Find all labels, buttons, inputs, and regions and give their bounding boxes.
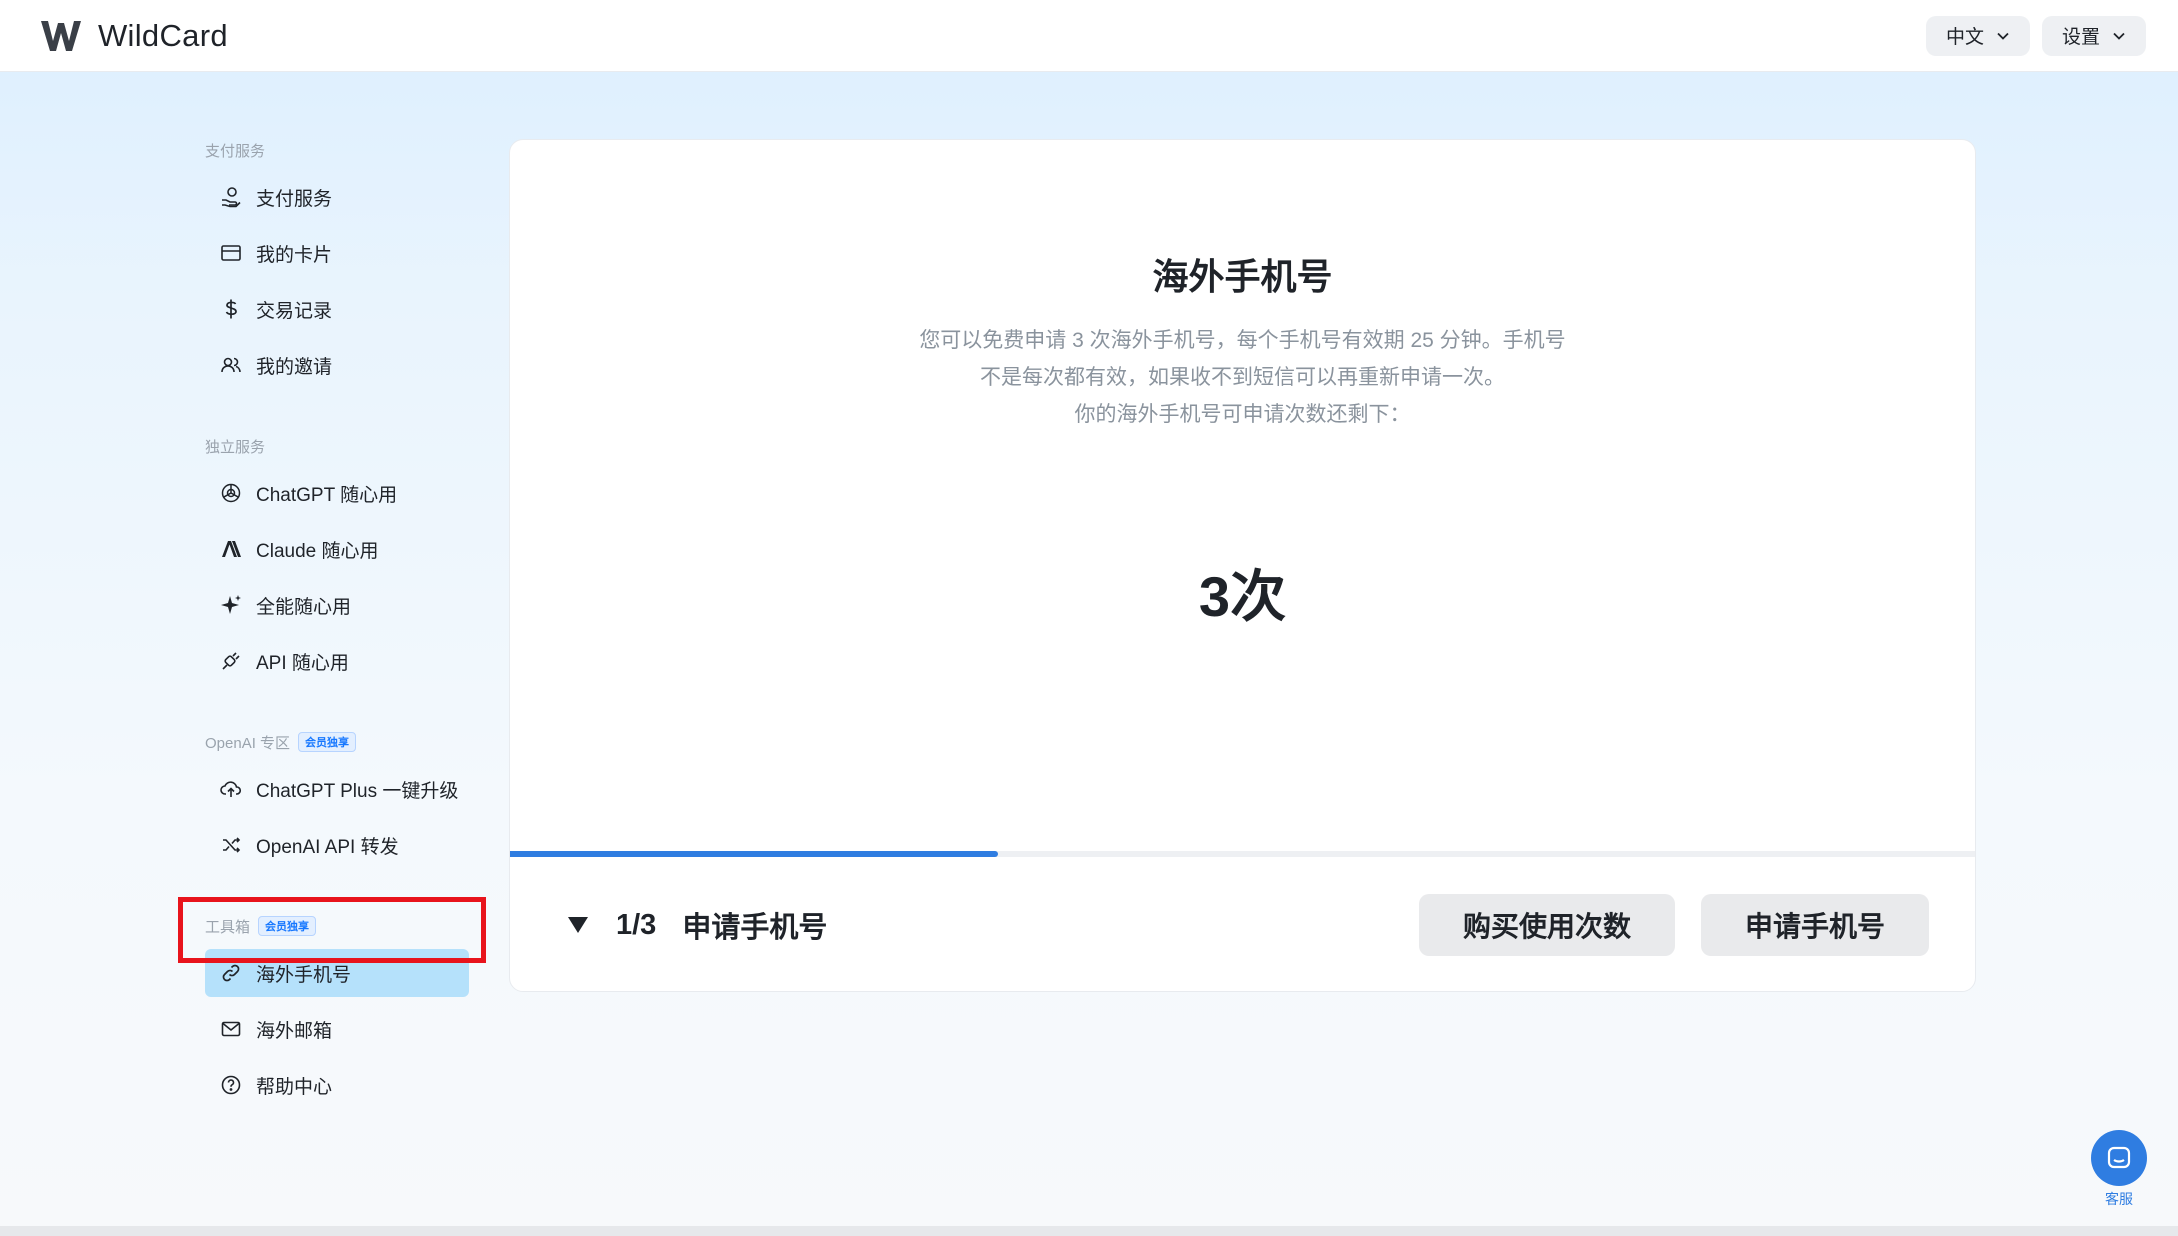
sidebar-item-my-cards[interactable]: 我的卡片: [205, 229, 485, 277]
card-footer: 1/3 申请手机号 购买使用次数 申请手机号: [510, 857, 1975, 991]
sidebar-item-payment-service[interactable]: 支付服务: [205, 173, 485, 221]
sidebar-item-label: 海外手机号: [256, 964, 352, 986]
group-label-text: OpenAI 专区: [205, 734, 291, 752]
shuffle-icon: [223, 837, 241, 853]
group-label-toolbox: 工具箱 会员独享: [205, 911, 485, 941]
brand-name: WildCard: [98, 17, 228, 53]
settings-dropdown[interactable]: 设置: [2041, 15, 2146, 56]
brand[interactable]: WildCard: [40, 18, 228, 54]
money-hand-icon: [222, 187, 241, 208]
sidebar-item-all-in-one[interactable]: 全能随心用: [205, 581, 485, 629]
plug-icon: [222, 652, 240, 670]
step-indicator[interactable]: 1/3 申请手机号: [566, 904, 827, 946]
help-circle-icon: [221, 1075, 241, 1095]
desc-line: 您可以免费申请 3 次海外手机号，每个手机号有效期 25 分钟。手机号: [919, 329, 1566, 352]
group-label-text: 独立服务: [205, 438, 266, 456]
sidebar-item-transactions[interactable]: 交易记录: [205, 285, 485, 333]
sidebar-item-label: 海外邮箱: [256, 1020, 333, 1042]
desc-line: 你的海外手机号可申请次数还剩下：: [1074, 403, 1411, 426]
language-dropdown[interactable]: 中文: [1925, 15, 2030, 56]
openai-icon: [221, 483, 241, 503]
step-counter: 1/3: [616, 908, 657, 941]
support-chat-button[interactable]: [2091, 1130, 2147, 1186]
page-title: 海外手机号: [1152, 256, 1333, 297]
sidebar-item-label: OpenAI API 转发: [256, 836, 399, 858]
sidebar-item-label: API 随心用: [256, 652, 349, 674]
sidebar-item-label: 交易记录: [256, 300, 333, 322]
phone-card: 海外手机号 您可以免费申请 3 次海外手机号，每个手机号有效期 25 分钟。手机…: [509, 139, 1976, 992]
dollar-icon: [225, 299, 237, 319]
chat-icon: [2107, 1146, 2131, 1169]
anthropic-icon: [222, 541, 241, 557]
sidebar-item-api[interactable]: API 随心用: [205, 637, 485, 685]
users-icon: [221, 357, 241, 373]
desc-line: 不是每次都有效，如果收不到短信可以再重新申请一次。: [980, 366, 1505, 389]
remaining-count: 3次: [1198, 565, 1287, 628]
bottom-strip: [0, 1226, 2178, 1236]
sparkle-icon: [221, 595, 241, 614]
language-label: 中文: [1945, 27, 1984, 48]
sidebar-item-help-center[interactable]: 帮助中心: [205, 1061, 485, 1109]
step-label: 申请手机号: [682, 912, 828, 944]
sidebar-item-label: ChatGPT 随心用: [256, 484, 398, 506]
member-badge: 会员独享: [298, 732, 357, 752]
apply-phone-button[interactable]: 申请手机号: [1700, 894, 1929, 956]
sidebar-item-label: Claude 随心用: [256, 540, 379, 562]
wildcard-logo-icon: [41, 20, 81, 51]
group-label-openai: OpenAI 专区 会员独享: [205, 727, 485, 757]
top-header: WildCard 中文 设置: [0, 0, 2178, 72]
sidebar-item-openai-api[interactable]: OpenAI API 转发: [205, 821, 485, 869]
sidebar-item-claude[interactable]: Claude 随心用: [205, 525, 485, 573]
chevron-down-icon: [2113, 32, 2125, 40]
sidebar-item-label: 我的邀请: [256, 356, 333, 378]
sidebar-item-chatgpt-plus[interactable]: ChatGPT Plus 一键升级: [205, 765, 485, 813]
support-label: 客服: [2105, 1191, 2133, 1207]
sidebar-item-label: 帮助中心: [256, 1076, 333, 1098]
link-icon: [222, 964, 240, 982]
sidebar-item-overseas-email[interactable]: 海外邮箱: [205, 1005, 485, 1053]
member-badge: 会员独享: [258, 916, 317, 936]
sidebar-item-invitations[interactable]: 我的邀请: [205, 341, 485, 389]
sidebar-item-label: 支付服务: [256, 188, 333, 210]
group-label-text: 工具箱: [205, 918, 251, 936]
sidebar-item-label: 全能随心用: [256, 596, 352, 618]
settings-label: 设置: [2061, 27, 2100, 48]
sidebar-item-label: 我的卡片: [256, 244, 333, 266]
sidebar: 支付服务 支付服务 我的卡片 交易记录 我的邀请 独立服务 ChatGPT 随心…: [205, 135, 485, 1117]
chevron-down-icon: [1997, 32, 2009, 40]
triangle-down-icon: [568, 917, 588, 933]
cloud-upload-icon: [220, 781, 242, 797]
group-label-payment: 支付服务: [205, 135, 485, 165]
card-description: 您可以免费申请 3 次海外手机号，每个手机号有效期 25 分钟。手机号 不是每次…: [510, 322, 1975, 433]
mail-icon: [221, 1021, 241, 1037]
credit-card-icon: [221, 245, 241, 261]
sidebar-item-chatgpt[interactable]: ChatGPT 随心用: [205, 469, 485, 517]
group-label-text: 支付服务: [205, 142, 266, 160]
group-label-standalone: 独立服务: [205, 431, 485, 461]
sidebar-item-overseas-phone[interactable]: 海外手机号: [205, 949, 469, 997]
sidebar-item-label: ChatGPT Plus 一键升级: [256, 780, 459, 802]
buy-usage-button[interactable]: 购买使用次数: [1418, 894, 1675, 956]
